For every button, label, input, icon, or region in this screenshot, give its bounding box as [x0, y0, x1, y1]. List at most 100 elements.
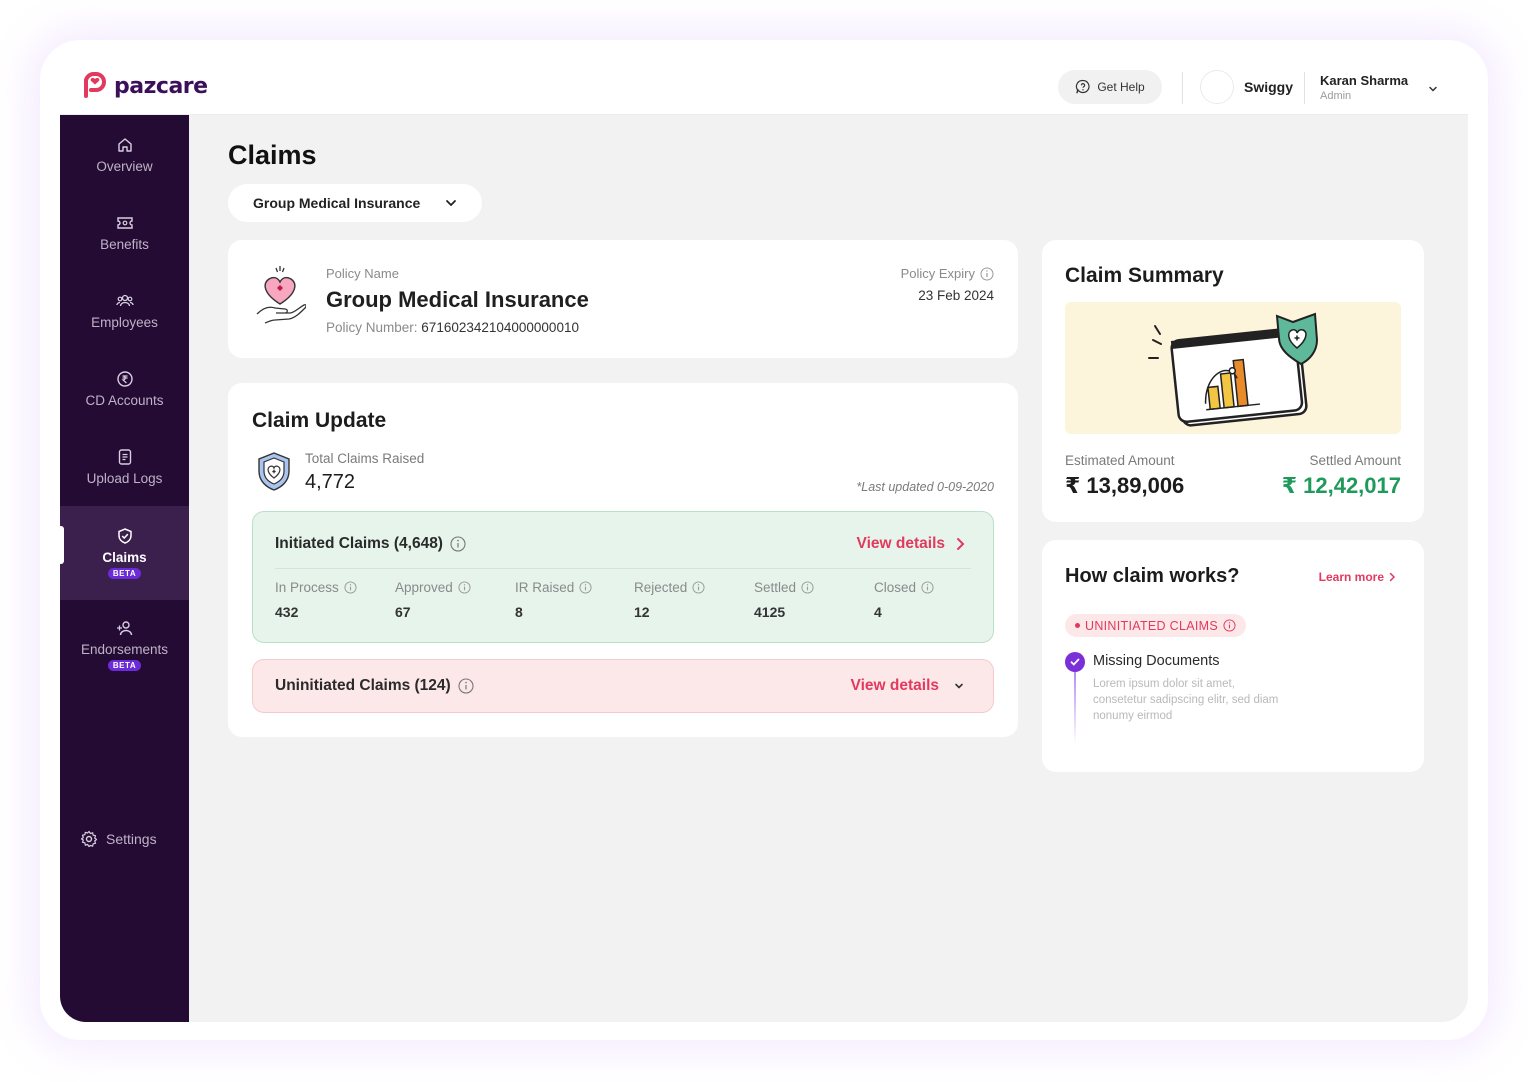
settled-amount-label: Settled Amount	[1309, 453, 1401, 468]
sidebar-item-label: Upload Logs	[86, 471, 163, 486]
how-claim-works-title: How claim works?	[1065, 565, 1240, 587]
beta-badge: BETA	[107, 660, 142, 671]
divider	[1182, 72, 1183, 104]
heart-hand-icon	[256, 266, 306, 324]
chevron-right-icon	[957, 538, 965, 550]
shield-check-icon	[115, 526, 135, 546]
info-icon[interactable]	[344, 581, 357, 594]
step-title: Missing Documents	[1093, 653, 1220, 669]
sidebar-item-label: Benefits	[100, 237, 149, 252]
page-title: Claims	[228, 140, 317, 170]
help-icon	[1076, 79, 1090, 94]
info-icon[interactable]	[921, 581, 934, 594]
info-icon[interactable]	[458, 678, 474, 694]
stat-rejected: Rejected 12	[634, 580, 705, 620]
info-icon[interactable]	[692, 581, 705, 594]
policy-name: Group Medical Insurance	[326, 287, 589, 312]
chart-tablet-illustration-icon	[1148, 312, 1319, 427]
shield-heart-icon	[258, 452, 290, 491]
get-help-button[interactable]: Get Help	[1058, 70, 1162, 104]
stat-value: 432	[275, 604, 299, 620]
sidebar-item-overview[interactable]: Overview	[60, 135, 189, 174]
logo-text: pazcare	[114, 73, 208, 99]
sidebar-item-label: CD Accounts	[85, 393, 164, 408]
user-name[interactable]: Karan Sharma	[1320, 73, 1408, 88]
stat-label: Rejected	[634, 580, 688, 595]
pazcare-logo-icon	[84, 72, 106, 98]
settings-label: Settings	[106, 831, 157, 847]
sidebar-item-employees[interactable]: Employees	[60, 291, 189, 330]
stat-label: In Process	[275, 580, 339, 595]
policy-number-label: Policy Number:	[326, 320, 418, 335]
initiated-claims-title: Initiated Claims (4,648)	[275, 535, 443, 552]
uninitiated-claims-title: Uninitiated Claims (124)	[275, 677, 451, 694]
divider	[1304, 72, 1305, 104]
app-window: pazcare Get Help Swiggy Karan Sharma Adm…	[60, 60, 1468, 1022]
step-description: Lorem ipsum dolor sit amet, consetetur s…	[1093, 678, 1279, 722]
view-details-label: View details	[856, 535, 945, 552]
sidebar-item-benefits[interactable]: Benefits	[60, 213, 189, 252]
user-menu-chevron-down-icon[interactable]	[1424, 80, 1442, 98]
stat-label: Approved	[395, 580, 453, 595]
gear-icon	[80, 830, 98, 848]
stat-in-process: In Process 432	[275, 580, 357, 620]
policy-card: Policy Name Group Medical Insurance Poli…	[228, 240, 1018, 358]
total-claims-value: 4,772	[305, 471, 356, 493]
user-add-icon	[115, 618, 135, 638]
sidebar-item-label: Claims	[102, 550, 147, 565]
policy-expiry-label: Policy Expiry	[900, 266, 975, 281]
uninitiated-view-details-link[interactable]: View details	[851, 677, 965, 695]
rupee-coin-icon	[115, 369, 135, 389]
settled-amount-value: ₹ 12,42,017	[1281, 473, 1401, 498]
stat-settled: Settled 4125	[754, 580, 814, 620]
logo[interactable]: pazcare	[82, 72, 208, 100]
step-timeline-line	[1074, 672, 1076, 744]
policy-number: 671602342104000000010	[421, 320, 579, 335]
stat-value: 4125	[754, 604, 786, 620]
user-role: Admin	[1320, 90, 1352, 102]
uninitiated-claims-badge: UNINITIATED CLAIMS	[1065, 614, 1246, 637]
info-icon[interactable]	[450, 536, 466, 552]
initiated-claims-title-row: Initiated Claims (4,648)	[275, 535, 466, 553]
top-bar: pazcare Get Help Swiggy Karan Sharma Adm…	[60, 60, 1468, 115]
sidebar-item-label: Overview	[96, 159, 153, 174]
get-help-label: Get Help	[1097, 80, 1145, 94]
stat-label: IR Raised	[515, 580, 575, 595]
sidebar-item-settings[interactable]: Settings	[80, 830, 157, 848]
policy-expiry-label-row: Policy Expiry	[901, 266, 994, 281]
company-name: Swiggy	[1244, 79, 1294, 95]
chevron-down-icon	[955, 683, 963, 689]
learn-more-link[interactable]: Learn more	[1319, 570, 1396, 584]
beta-badge: BETA	[107, 568, 142, 579]
stat-value: 4	[874, 604, 882, 620]
info-icon[interactable]	[458, 581, 471, 594]
claim-summary-illustration	[1065, 302, 1401, 434]
claim-update-card: Claim Update Total Claims Raised 4,772 *…	[228, 383, 1018, 737]
sidebar: Overview Benefits Employees CD Accounts …	[60, 115, 189, 1022]
users-icon	[115, 291, 135, 311]
info-icon[interactable]	[801, 581, 814, 594]
sidebar-item-claims[interactable]: Claims BETA	[60, 506, 189, 600]
stat-label: Settled	[754, 580, 797, 595]
info-icon[interactable]	[980, 267, 994, 281]
sidebar-item-cd-accounts[interactable]: CD Accounts	[60, 369, 189, 408]
learn-more-label: Learn more	[1318, 570, 1384, 584]
initiated-view-details-link[interactable]: View details	[857, 535, 965, 553]
view-details-label: View details	[850, 677, 939, 694]
document-icon	[115, 447, 135, 467]
info-icon[interactable]	[1223, 619, 1236, 632]
stat-label: Closed	[874, 580, 917, 595]
sidebar-item-upload-logs[interactable]: Upload Logs	[60, 447, 189, 486]
sidebar-item-endorsements[interactable]: Endorsements BETA	[60, 618, 189, 671]
badge-label: UNINITIATED CLAIMS	[1085, 618, 1218, 633]
chevron-right-icon	[1389, 572, 1396, 582]
uninitiated-claims-panel[interactable]: Uninitiated Claims (124) View details	[252, 659, 994, 713]
stat-value: 67	[395, 604, 411, 620]
company-logo	[1200, 70, 1234, 104]
policy-select-dropdown[interactable]: Group Medical Insurance	[228, 184, 482, 222]
claim-summary-title: Claim Summary	[1065, 264, 1224, 287]
info-icon[interactable]	[579, 581, 592, 594]
claim-update-title: Claim Update	[252, 409, 387, 432]
policy-number-row: Policy Number: 671602342104000000010	[326, 320, 579, 335]
stat-value: 12	[634, 604, 650, 620]
